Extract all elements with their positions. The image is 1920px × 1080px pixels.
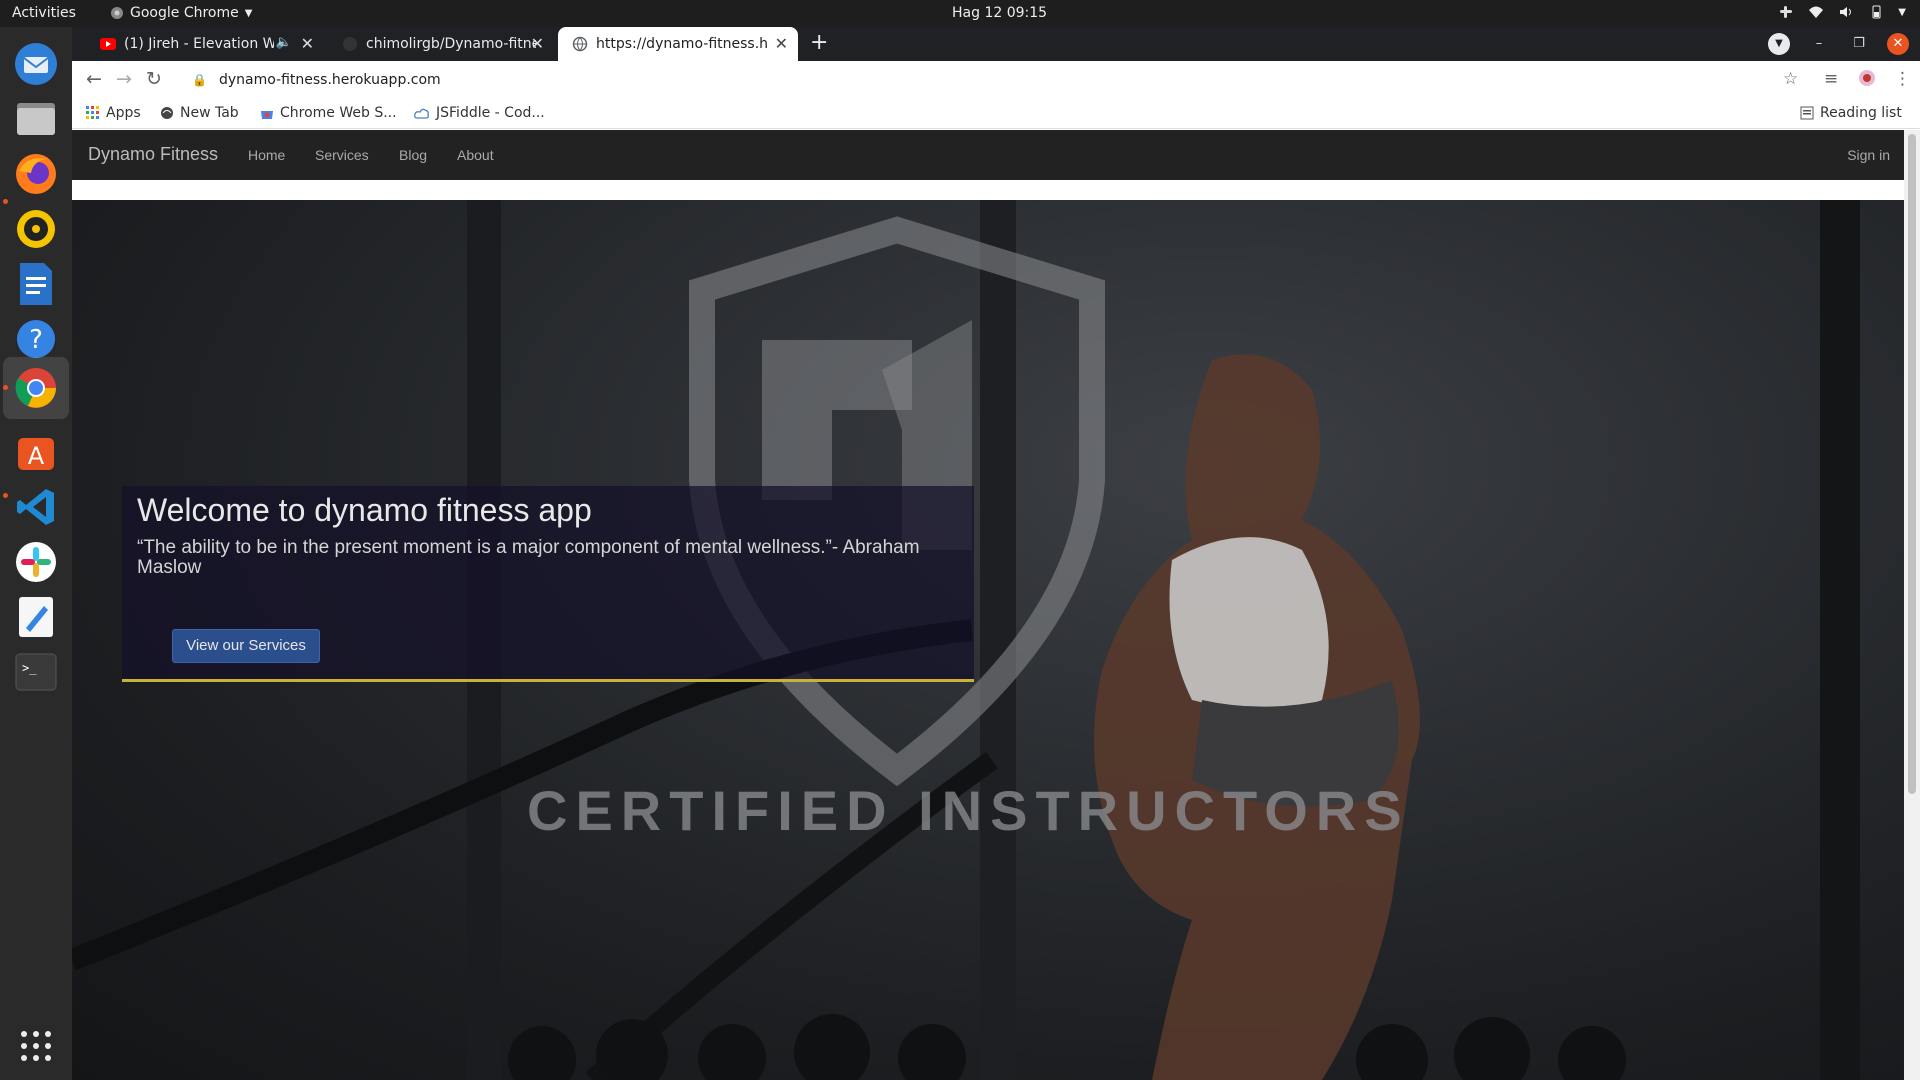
volume-icon[interactable]	[1838, 4, 1854, 20]
chrome-webstore-icon	[261, 111, 273, 119]
sign-in-link[interactable]: Sign in	[1847, 147, 1890, 163]
site-brand[interactable]: Dynamo Fitness	[88, 144, 218, 165]
welcome-card: Welcome to dynamo fitness app “The abili…	[122, 486, 974, 682]
tab-github[interactable]: chimolirgb/Dynamo-fitne ✕	[328, 27, 554, 61]
slack-icon[interactable]	[12, 538, 60, 586]
github-icon	[343, 37, 357, 51]
bookmark-label: Chrome Web S...	[280, 105, 397, 121]
globe-icon	[161, 107, 173, 119]
chrome-window: (1) Jireh - Elevation W 🔈 ✕ chimolirgb/D…	[72, 27, 1920, 1080]
reading-list-label: Reading list	[1820, 105, 1902, 121]
apps-grid-icon	[86, 106, 99, 119]
tab-dynamo-fitness[interactable]: https://dynamo-fitness.h ✕	[558, 27, 798, 61]
bookmark-new-tab[interactable]: New Tab	[160, 105, 239, 121]
chrome-small-icon	[111, 7, 123, 19]
running-indicator	[3, 385, 8, 390]
battery-icon[interactable]	[1868, 4, 1884, 20]
reload-icon[interactable]: ↻	[142, 68, 166, 90]
app-menu[interactable]: Google Chrome ▼	[110, 5, 252, 21]
bookmark-label: New Tab	[180, 105, 239, 121]
media-control-icon[interactable]: ≡	[1824, 69, 1838, 89]
libreoffice-writer-icon[interactable]	[12, 260, 60, 308]
tab-title: chimolirgb/Dynamo-fitne	[366, 36, 536, 52]
lock-icon[interactable]: 🔒	[192, 73, 207, 87]
view-services-button[interactable]: View our Services	[172, 629, 320, 663]
url-text[interactable]: dynamo-fitness.herokuapp.com	[219, 72, 441, 88]
help-icon[interactable]: ?	[12, 315, 60, 363]
close-tab-icon[interactable]: ✕	[301, 34, 314, 53]
site-navbar: Dynamo Fitness Home Services Blog About …	[72, 130, 1904, 180]
reading-list-button[interactable]: Reading list	[1800, 105, 1902, 121]
nav-link-blog[interactable]: Blog	[399, 147, 427, 163]
app-menu-label: Google Chrome	[130, 5, 239, 21]
bookmarks-bar: Apps New Tab Chrome Web S... JSFiddle - …	[72, 99, 1920, 129]
nav-link-about[interactable]: About	[457, 147, 494, 163]
close-window-icon[interactable]: ✕	[1887, 33, 1909, 55]
chevron-down-icon: ▼	[244, 7, 253, 19]
firefox-icon[interactable]	[12, 150, 60, 198]
tab-strip: (1) Jireh - Elevation W 🔈 ✕ chimolirgb/D…	[72, 27, 1920, 61]
clock[interactable]: Hag 12 09:15	[952, 5, 1047, 21]
hero-quote: “The ability to be in the present moment…	[137, 537, 920, 578]
nav-link-home[interactable]: Home	[248, 147, 285, 163]
close-tab-icon[interactable]: ✕	[531, 34, 544, 53]
globe-icon	[572, 36, 588, 52]
show-applications-icon[interactable]	[12, 1022, 60, 1070]
terminal-icon[interactable]: >_	[12, 648, 60, 696]
forward-arrow-icon[interactable]: →	[112, 68, 136, 90]
scrollbar-thumb[interactable]	[1908, 134, 1916, 794]
vscode-icon[interactable]	[12, 483, 60, 531]
activities-button[interactable]: Activities	[12, 5, 76, 21]
text-editor-icon[interactable]	[12, 593, 60, 641]
youtube-icon	[100, 38, 116, 50]
cloud-icon	[414, 108, 429, 119]
nav-link-services[interactable]: Services	[315, 147, 369, 163]
reading-list-icon	[1800, 106, 1814, 120]
svg-text:?: ?	[29, 325, 43, 355]
files-icon[interactable]	[12, 95, 60, 143]
wifi-icon[interactable]	[1808, 4, 1824, 20]
system-top-bar: Activities Google Chrome ▼ Hag 12 09:15 …	[0, 0, 1920, 27]
bookmark-apps[interactable]: Apps	[86, 105, 141, 121]
hero-section: CERTIFIED INSTRUCTORS Welcome to dynamo …	[72, 200, 1904, 1080]
close-tab-icon[interactable]: ✕	[775, 34, 788, 53]
browser-toolbar: ← → ↻ 🔒 dynamo-fitness.herokuapp.com ☆ ≡…	[72, 61, 1920, 99]
web-page: Dynamo Fitness Home Services Blog About …	[72, 130, 1904, 1080]
rhythmbox-icon[interactable]	[12, 205, 60, 253]
running-indicator	[3, 199, 8, 204]
google-chrome-icon[interactable]	[12, 364, 60, 412]
system-tray[interactable]: ▼	[1778, 4, 1906, 20]
dock: ? A >_	[0, 27, 72, 1080]
address-bar[interactable]: 🔒 dynamo-fitness.herokuapp.com	[182, 65, 1882, 95]
profile-avatar[interactable]	[1858, 69, 1876, 92]
thunderbird-icon[interactable]	[12, 40, 60, 88]
bookmark-jsfiddle[interactable]: JSFiddle - Cod...	[414, 105, 545, 121]
page-scrollbar[interactable]	[1904, 130, 1920, 1080]
running-indicator	[3, 493, 8, 498]
bookmark-label: JSFiddle - Cod...	[436, 105, 545, 121]
tab-title: https://dynamo-fitness.h	[596, 36, 769, 52]
new-tab-button[interactable]: +	[810, 31, 828, 55]
software-center-icon[interactable]: A	[12, 428, 60, 476]
svg-text:>_: >_	[22, 661, 37, 675]
bookmark-star-icon[interactable]: ☆	[1783, 69, 1798, 89]
svg-text:A: A	[28, 442, 45, 470]
wall-lettering: CERTIFIED INSTRUCTORS	[527, 779, 1410, 842]
bookmark-chrome-web-store[interactable]: Chrome Web S...	[260, 105, 397, 121]
speaker-icon[interactable]: 🔈	[276, 35, 292, 50]
bookmark-label: Apps	[106, 105, 141, 121]
tab-title: (1) Jireh - Elevation W	[124, 36, 274, 52]
tab-youtube[interactable]: (1) Jireh - Elevation W 🔈 ✕	[86, 27, 324, 61]
hero-title: Welcome to dynamo fitness app	[137, 492, 592, 528]
back-arrow-icon[interactable]: ←	[82, 68, 106, 90]
more-menu-icon[interactable]: ⋮	[1894, 69, 1911, 89]
slack-tray-icon[interactable]	[1778, 4, 1794, 20]
minimize-icon[interactable]: –	[1808, 33, 1830, 55]
power-menu-chevron-icon[interactable]: ▼	[1898, 7, 1906, 18]
restore-icon[interactable]: ❐	[1848, 33, 1870, 55]
tab-search-icon[interactable]: ▼	[1768, 33, 1790, 55]
